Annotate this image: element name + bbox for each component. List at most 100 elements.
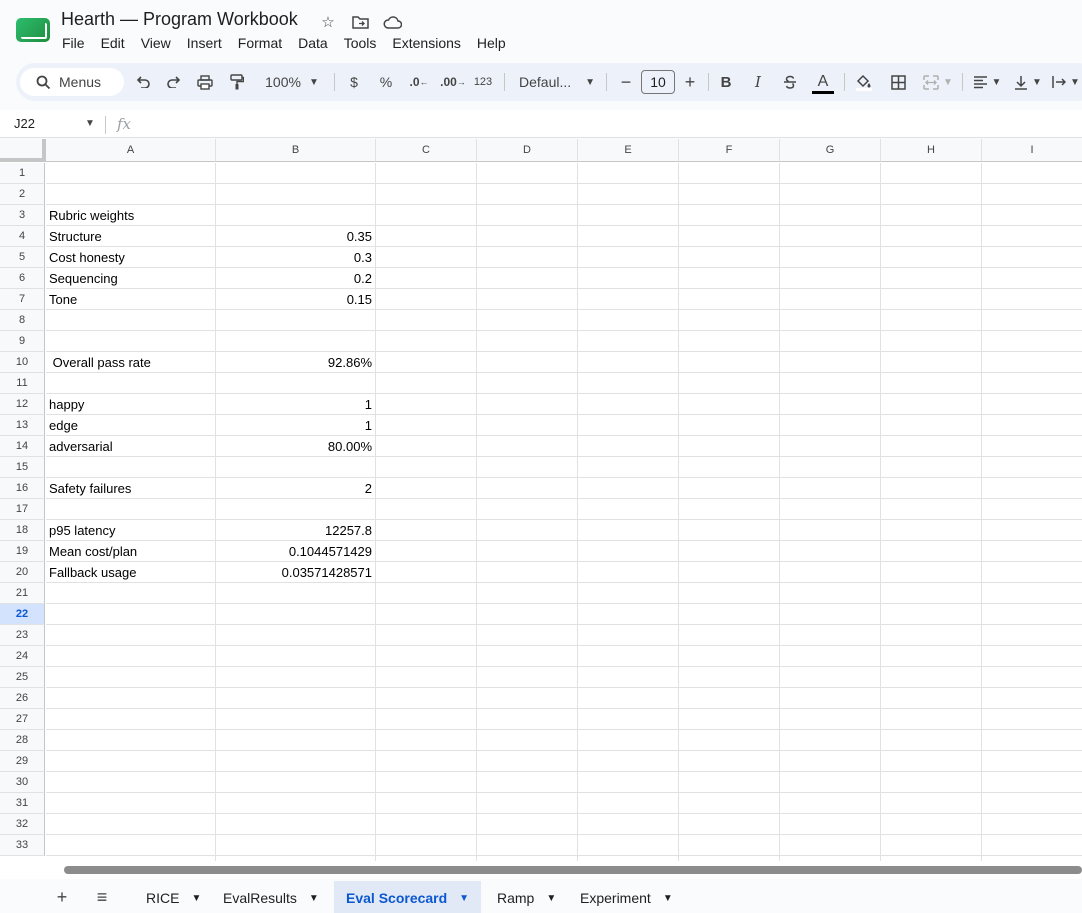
- zoom-select[interactable]: 100% ▼: [260, 63, 324, 101]
- cell-b6[interactable]: 0.2: [216, 268, 372, 289]
- row-header-28[interactable]: 28: [0, 730, 45, 751]
- row-header-13[interactable]: 13: [0, 415, 45, 436]
- cell-b13[interactable]: 1: [216, 415, 372, 436]
- row-header-25[interactable]: 25: [0, 667, 45, 688]
- text-color-button[interactable]: A: [810, 63, 836, 101]
- italic-button[interactable]: I: [748, 63, 768, 101]
- row-header-15[interactable]: 15: [0, 457, 45, 478]
- vertical-align-icon[interactable]: ▼: [1011, 63, 1045, 101]
- column-header-i[interactable]: I: [982, 139, 1082, 162]
- decrease-decimal-button[interactable]: .0 ←: [406, 63, 432, 101]
- cell-a18[interactable]: p95 latency: [49, 520, 213, 541]
- cell-b5[interactable]: 0.3: [216, 247, 372, 268]
- name-box[interactable]: J22: [14, 116, 35, 131]
- menu-view[interactable]: View: [141, 35, 179, 51]
- redo-icon[interactable]: [163, 63, 185, 101]
- cell-b16[interactable]: 2: [216, 478, 372, 499]
- move-folder-icon[interactable]: [349, 12, 371, 32]
- increase-font-size-button[interactable]: +: [680, 63, 700, 101]
- chevron-down-icon[interactable]: ▼: [85, 118, 95, 129]
- decrease-font-size-button[interactable]: −: [616, 63, 636, 101]
- sheet-tab-eval-scorecard[interactable]: Eval Scorecard ▼: [334, 881, 482, 913]
- sheet-tab-evalresults[interactable]: EvalResults ▼: [211, 881, 331, 913]
- horizontal-scrollbar[interactable]: [0, 861, 1082, 879]
- undo-icon[interactable]: [132, 63, 154, 101]
- row-header-30[interactable]: 30: [0, 772, 45, 793]
- percent-format-button[interactable]: %: [375, 63, 397, 101]
- cell-a4[interactable]: Structure: [49, 226, 213, 247]
- more-formats-button[interactable]: 123: [472, 63, 494, 101]
- sheet-tab-rice[interactable]: RICE ▼: [134, 881, 213, 913]
- document-title[interactable]: Hearth — Program Workbook: [61, 9, 298, 30]
- row-header-2[interactable]: 2: [0, 184, 45, 205]
- menu-data[interactable]: Data: [298, 35, 336, 51]
- font-family-select[interactable]: Defaul... ▼: [512, 63, 598, 101]
- column-header-h[interactable]: H: [881, 139, 982, 162]
- bold-button[interactable]: B: [716, 63, 736, 101]
- menu-help[interactable]: Help: [477, 35, 514, 51]
- row-header-19[interactable]: 19: [0, 541, 45, 562]
- cell-a13[interactable]: edge: [49, 415, 213, 436]
- column-header-g[interactable]: G: [780, 139, 881, 162]
- column-header-e[interactable]: E: [578, 139, 679, 162]
- scrollbar-thumb[interactable]: [64, 866, 1082, 874]
- row-header-21[interactable]: 21: [0, 583, 45, 604]
- row-header-17[interactable]: 17: [0, 499, 45, 520]
- row-header-4[interactable]: 4: [0, 226, 45, 247]
- column-header-f[interactable]: F: [679, 139, 780, 162]
- row-header-29[interactable]: 29: [0, 751, 45, 772]
- cell-b12[interactable]: 1: [216, 394, 372, 415]
- cell-a5[interactable]: Cost honesty: [49, 247, 213, 268]
- menu-format[interactable]: Format: [238, 35, 290, 51]
- cell-a16[interactable]: Safety failures: [49, 478, 213, 499]
- row-header-27[interactable]: 27: [0, 709, 45, 730]
- cell-b4[interactable]: 0.35: [216, 226, 372, 247]
- column-header-a[interactable]: A: [46, 139, 216, 162]
- strikethrough-icon[interactable]: [779, 63, 801, 101]
- currency-format-button[interactable]: $: [344, 63, 364, 101]
- row-header-12[interactable]: 12: [0, 394, 45, 415]
- row-header-1[interactable]: 1: [0, 163, 45, 184]
- horizontal-align-icon[interactable]: ▼: [970, 63, 1004, 101]
- cell-a12[interactable]: happy: [49, 394, 213, 415]
- row-header-24[interactable]: 24: [0, 646, 45, 667]
- column-header-c[interactable]: C: [376, 139, 477, 162]
- cell-a6[interactable]: Sequencing: [49, 268, 213, 289]
- menu-insert[interactable]: Insert: [187, 35, 230, 51]
- text-wrapping-icon[interactable]: ▼: [1052, 63, 1082, 101]
- font-size-input[interactable]: 10: [641, 70, 675, 94]
- sheets-logo-icon[interactable]: [16, 18, 50, 42]
- row-header-16[interactable]: 16: [0, 478, 45, 499]
- row-header-20[interactable]: 20: [0, 562, 45, 583]
- row-header-7[interactable]: 7: [0, 289, 45, 310]
- sheet-tab-ramp[interactable]: Ramp ▼: [485, 881, 568, 913]
- row-header-6[interactable]: 6: [0, 268, 45, 289]
- print-icon[interactable]: [194, 63, 216, 101]
- row-header-23[interactable]: 23: [0, 625, 45, 646]
- merge-cells-icon[interactable]: ▼: [920, 63, 956, 101]
- row-header-33[interactable]: 33: [0, 835, 45, 856]
- cell-b19[interactable]: 0.1044571429: [216, 541, 372, 562]
- menu-tools[interactable]: Tools: [344, 35, 385, 51]
- row-header-14[interactable]: 14: [0, 436, 45, 457]
- cell-a10[interactable]: Overall pass rate: [49, 352, 213, 373]
- select-all-corner[interactable]: [0, 139, 46, 162]
- cell-b7[interactable]: 0.15: [216, 289, 372, 310]
- row-header-32[interactable]: 32: [0, 814, 45, 835]
- cell-a19[interactable]: Mean cost/plan: [49, 541, 213, 562]
- cell-b14[interactable]: 80.00%: [216, 436, 372, 457]
- cell-b10[interactable]: 92.86%: [216, 352, 372, 373]
- column-header-b[interactable]: B: [216, 139, 376, 162]
- cell-a14[interactable]: adversarial: [49, 436, 213, 457]
- menu-file[interactable]: File: [62, 35, 93, 51]
- menu-edit[interactable]: Edit: [101, 35, 133, 51]
- fill-color-icon[interactable]: [852, 63, 876, 101]
- row-header-11[interactable]: 11: [0, 373, 45, 394]
- row-header-9[interactable]: 9: [0, 331, 45, 352]
- cloud-status-icon[interactable]: [381, 12, 403, 32]
- sheet-grid[interactable]: A B C D E F G H I 1 2 3 4 5 6 7 8 9 10 11 12 13 14 15 1…: [0, 139, 1082, 861]
- cell-a20[interactable]: Fallback usage: [49, 562, 213, 583]
- add-sheet-button[interactable]: +: [48, 885, 76, 909]
- cell-b20[interactable]: 0.03571428571: [216, 562, 372, 583]
- cell-a3[interactable]: Rubric weights: [49, 205, 213, 226]
